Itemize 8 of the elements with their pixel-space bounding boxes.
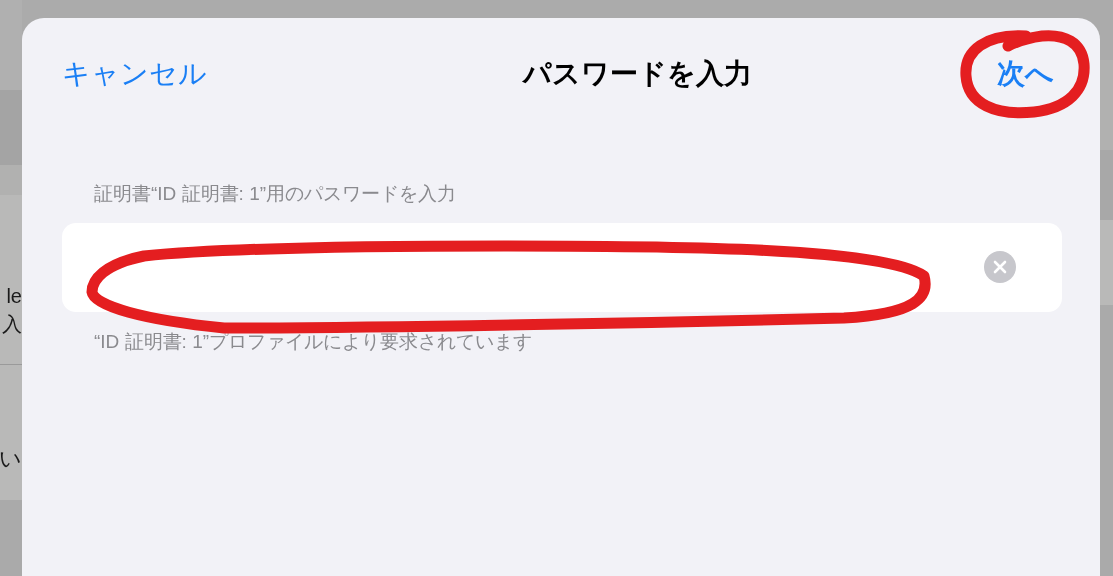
- background-text: le: [6, 286, 22, 306]
- cancel-button[interactable]: キャンセル: [62, 53, 207, 95]
- field-label: 証明書“ID 証明書: 1”用のパスワードを入力: [94, 182, 458, 206]
- field-footer: “ID 証明書: 1”プロファイルにより要求されています: [94, 327, 1060, 356]
- background-text: 入: [2, 314, 22, 334]
- sheet-title: パスワードを入力: [522, 57, 752, 91]
- next-button[interactable]: 次へ: [997, 53, 1054, 95]
- background-text: い: [0, 448, 22, 470]
